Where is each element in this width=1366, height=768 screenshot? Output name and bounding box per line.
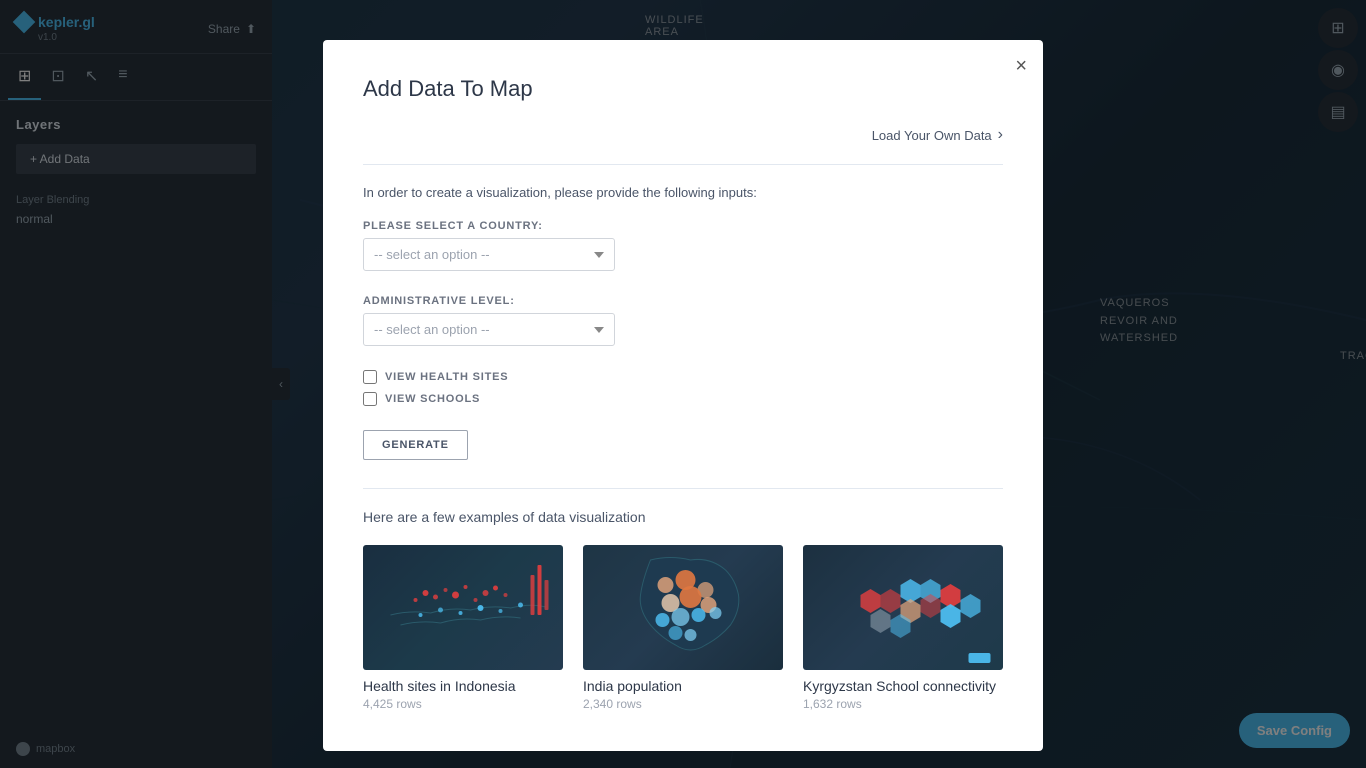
add-data-modal: × Add Data To Map Load Your Own Data › I… bbox=[323, 40, 1043, 751]
examples-grid: Health sites in Indonesia 4,425 rows bbox=[363, 545, 1003, 711]
example-card-kyrgyzstan[interactable]: Kyrgyzstan School connectivity 1,632 row… bbox=[803, 545, 1003, 711]
example-thumb-india bbox=[583, 545, 783, 670]
country-label: PLEASE SELECT A COUNTRY: bbox=[363, 220, 1003, 232]
admin-level-select[interactable]: -- select an option -- Level 0 Level 1 L… bbox=[363, 313, 615, 346]
example-name-kyrgyzstan: Kyrgyzstan School connectivity bbox=[803, 678, 1003, 694]
view-health-sites-checkbox[interactable] bbox=[363, 370, 377, 384]
example-card-indonesia[interactable]: Health sites in Indonesia 4,425 rows bbox=[363, 545, 563, 711]
generate-button[interactable]: GENERATE bbox=[363, 430, 468, 460]
admin-level-label: ADMINISTRATIVE LEVEL: bbox=[363, 295, 1003, 307]
load-own-data-label: Load Your Own Data bbox=[872, 128, 992, 143]
view-health-sites-label: VIEW HEALTH SITES bbox=[385, 371, 508, 383]
load-own-data-link[interactable]: Load Your Own Data › bbox=[363, 126, 1003, 144]
view-schools-row: VIEW SCHOOLS bbox=[363, 392, 1003, 406]
example-thumb-kyrgyzstan bbox=[803, 545, 1003, 670]
admin-level-section: ADMINISTRATIVE LEVEL: -- select an optio… bbox=[363, 295, 1003, 346]
modal-title: Add Data To Map bbox=[363, 76, 1003, 102]
modal-overlay: × Add Data To Map Load Your Own Data › I… bbox=[0, 0, 1366, 768]
load-own-data-arrow-icon: › bbox=[998, 126, 1003, 144]
example-card-india[interactable]: India population 2,340 rows bbox=[583, 545, 783, 711]
example-name-indonesia: Health sites in Indonesia bbox=[363, 678, 563, 694]
example-rows-indonesia: 4,425 rows bbox=[363, 697, 563, 711]
example-thumb-indonesia bbox=[363, 545, 563, 670]
country-select[interactable]: -- select an option -- Afghanistan Bangl… bbox=[363, 238, 615, 271]
modal-close-button[interactable]: × bbox=[1015, 56, 1027, 76]
view-health-sites-row: VIEW HEALTH SITES bbox=[363, 370, 1003, 384]
view-schools-label: VIEW SCHOOLS bbox=[385, 393, 480, 405]
example-rows-india: 2,340 rows bbox=[583, 697, 783, 711]
example-name-india: India population bbox=[583, 678, 783, 694]
view-schools-checkbox[interactable] bbox=[363, 392, 377, 406]
modal-instruction: In order to create a visualization, plea… bbox=[363, 185, 1003, 200]
modal-divider-top bbox=[363, 164, 1003, 165]
examples-divider bbox=[363, 488, 1003, 489]
country-section: PLEASE SELECT A COUNTRY: -- select an op… bbox=[363, 220, 1003, 271]
example-rows-kyrgyzstan: 1,632 rows bbox=[803, 697, 1003, 711]
examples-title: Here are a few examples of data visualiz… bbox=[363, 509, 1003, 525]
